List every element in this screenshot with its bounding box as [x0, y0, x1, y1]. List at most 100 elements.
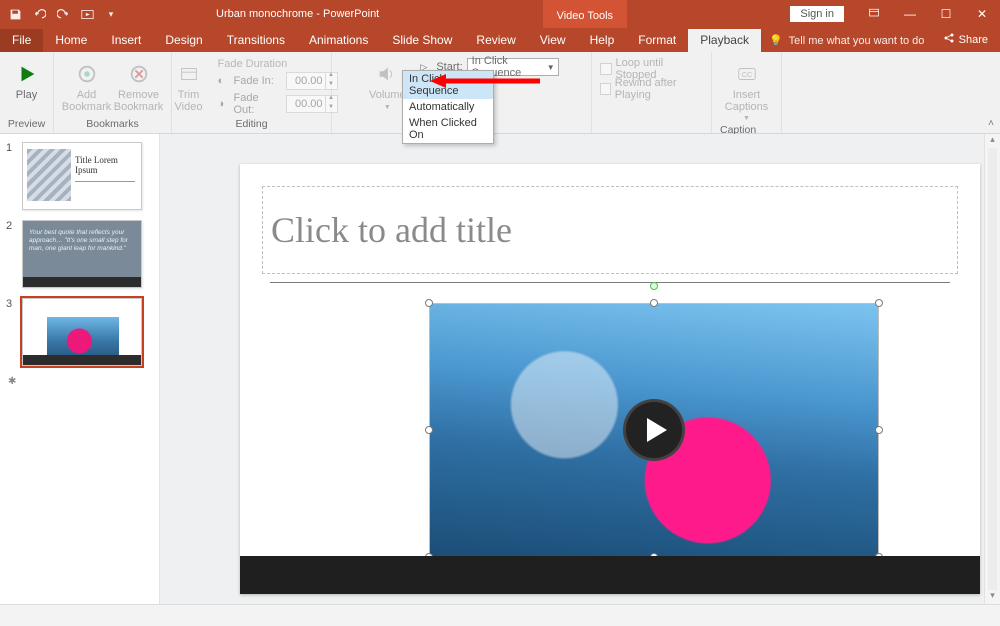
collapse-ribbon-icon[interactable]: ˄	[988, 118, 994, 129]
remove-bookmark-icon	[125, 60, 153, 88]
status-bar	[0, 604, 1000, 626]
thumbnail-2[interactable]: 2 Your best quote that reflects your app…	[6, 220, 159, 288]
undo-icon[interactable]	[32, 7, 46, 21]
rewind-label: Rewind after Playing	[615, 77, 703, 101]
vertical-scrollbar[interactable]: ▴ ▾	[984, 134, 1000, 604]
start-option-automatically[interactable]: Automatically	[403, 99, 493, 115]
fade-in-spinner[interactable]: ▲▼	[286, 72, 338, 90]
chevron-down-icon: ▼	[547, 63, 558, 72]
play-overlay-icon[interactable]	[623, 399, 685, 461]
play-label: Play	[16, 90, 37, 102]
resize-handle[interactable]	[425, 299, 433, 307]
thumbnail-pane: 1 Title Lorem Ipsum 2 Your best quote th…	[0, 134, 160, 604]
tab-design[interactable]: Design	[153, 29, 214, 52]
group-caption-options: CC Insert Captions ▼ Caption Options	[712, 52, 782, 133]
video-object[interactable]	[430, 304, 878, 556]
tell-me[interactable]: 💡 Tell me what you want to do	[769, 34, 924, 52]
resize-handle[interactable]	[875, 299, 883, 307]
tab-home[interactable]: Home	[43, 29, 99, 52]
fade-out-input[interactable]	[287, 98, 325, 110]
share-label: Share	[959, 34, 988, 46]
fade-out-label: Fade Out:	[234, 92, 280, 116]
scroll-track[interactable]	[988, 148, 997, 590]
title-bar: ▾ Urban monochrome - PowerPoint Video To…	[0, 0, 1000, 28]
slide-number: 3	[6, 298, 16, 366]
group-preview: Play Preview	[0, 52, 54, 133]
insert-captions-button[interactable]: CC Insert Captions ▼	[724, 56, 770, 122]
thumb1-title: Title Lorem Ipsum	[75, 155, 135, 175]
quick-access-toolbar: ▾	[0, 7, 126, 21]
slide-footer-bar	[240, 556, 980, 594]
tab-format[interactable]: Format	[626, 29, 688, 52]
maximize-icon[interactable]: ☐	[928, 7, 964, 22]
insert-captions-label: Insert Captions	[725, 90, 768, 113]
thumbnail-1[interactable]: 1 Title Lorem Ipsum	[6, 142, 159, 210]
tab-file[interactable]: File	[0, 29, 43, 52]
fade-in-label: Fade In:	[234, 75, 280, 87]
slide-number: 2	[6, 220, 16, 288]
minimize-icon[interactable]: —	[892, 7, 928, 22]
tab-animations[interactable]: Animations	[297, 29, 380, 52]
annotation-arrow	[430, 72, 540, 90]
ribbon-playback: Play Preview Add Bookmark Remove Bookmar…	[0, 52, 1000, 134]
tab-slideshow[interactable]: Slide Show	[380, 29, 464, 52]
trim-video-button[interactable]: Trim Video	[166, 56, 212, 113]
add-bookmark-label: Add Bookmark	[62, 90, 112, 113]
thumb2-quote: Your best quote that reflects your appro…	[29, 229, 135, 252]
group-label-bookmarks: Bookmarks	[86, 116, 139, 133]
thumb1-image	[27, 149, 71, 201]
fade-in-input[interactable]	[287, 75, 325, 87]
resize-handle[interactable]	[650, 299, 658, 307]
resize-handle[interactable]	[875, 426, 883, 434]
resize-handle[interactable]	[425, 426, 433, 434]
scroll-down-icon[interactable]: ▾	[985, 590, 1000, 604]
work-area: 1 Title Lorem Ipsum 2 Your best quote th…	[0, 134, 1000, 604]
fade-out-spinner[interactable]: ▲▼	[286, 95, 338, 113]
thumb3-video	[47, 317, 119, 357]
title-placeholder-text: Click to add title	[263, 209, 512, 251]
tab-help[interactable]: Help	[578, 29, 627, 52]
close-icon[interactable]: ✕	[964, 7, 1000, 22]
group-loop-rewind: Loop until Stopped Rewind after Playing …	[592, 52, 712, 133]
group-bookmarks: Add Bookmark Remove Bookmark Bookmarks	[54, 52, 172, 133]
qat-more-icon[interactable]: ▾	[104, 7, 118, 21]
start-option-when-clicked-on[interactable]: When Clicked On	[403, 115, 493, 143]
slide-canvas: Click to add title ▴ ▾	[160, 134, 1000, 604]
animation-indicator-icon: ✱	[8, 376, 159, 387]
play-button[interactable]: Play	[4, 56, 50, 102]
thumbnail-3[interactable]: 3	[6, 298, 159, 366]
rewind-checkbox[interactable]	[600, 83, 611, 95]
tab-playback[interactable]: Playback	[688, 29, 761, 52]
slide-number: 1	[6, 142, 16, 210]
slide-thumb-1[interactable]: Title Lorem Ipsum	[22, 142, 142, 210]
volume-label: Volume	[369, 90, 406, 102]
fade-in-icon: ◐	[218, 75, 228, 87]
fade-out-icon: ◑	[218, 98, 228, 110]
tab-transitions[interactable]: Transitions	[215, 29, 297, 52]
remove-bookmark-button[interactable]: Remove Bookmark	[116, 56, 162, 113]
ribbon-options-icon[interactable]	[856, 7, 892, 22]
share-button[interactable]: Share	[931, 28, 1000, 52]
scroll-up-icon[interactable]: ▴	[985, 134, 1000, 148]
tab-review[interactable]: Review	[464, 29, 527, 52]
title-placeholder[interactable]: Click to add title	[262, 186, 958, 274]
group-label-editing: Editing	[235, 116, 267, 133]
sign-in-button[interactable]: Sign in	[790, 6, 844, 22]
fade-duration: Fade Duration ◐ Fade In: ▲▼ ◑ Fade Out: …	[218, 56, 338, 116]
redo-icon[interactable]	[56, 7, 70, 21]
add-bookmark-icon	[73, 60, 101, 88]
document-title: Urban monochrome - PowerPoint	[216, 8, 379, 20]
loop-checkbox[interactable]	[600, 63, 612, 75]
save-icon[interactable]	[8, 7, 22, 21]
add-bookmark-button[interactable]: Add Bookmark	[64, 56, 110, 113]
window-controls: — ☐ ✕	[856, 7, 1000, 22]
start-from-beginning-icon[interactable]	[80, 7, 94, 21]
remove-bookmark-label: Remove Bookmark	[114, 90, 164, 113]
trim-label: Trim Video	[175, 90, 203, 113]
slide-thumb-3[interactable]	[22, 298, 142, 366]
rotate-handle[interactable]	[650, 282, 658, 290]
tab-view[interactable]: View	[528, 29, 578, 52]
tab-insert[interactable]: Insert	[99, 29, 153, 52]
slide-thumb-2[interactable]: Your best quote that reflects your appro…	[22, 220, 142, 288]
current-slide[interactable]: Click to add title	[240, 164, 980, 594]
